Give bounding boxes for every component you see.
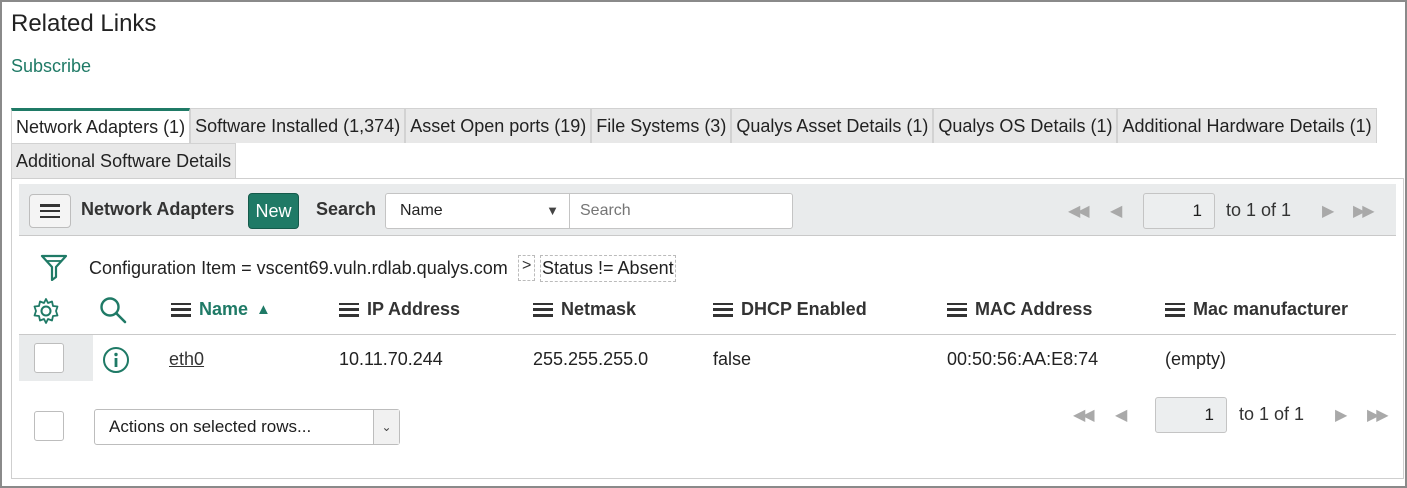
previous-page-icon[interactable]: ◀: [1115, 405, 1127, 425]
page-number-input[interactable]: 1: [1155, 397, 1227, 433]
tab-asset-open-ports[interactable]: Asset Open ports (19): [405, 108, 592, 143]
next-page-icon[interactable]: ▶: [1322, 201, 1334, 221]
tab-additional-software-details[interactable]: Additional Software Details: [11, 143, 237, 178]
list-toolbar: Network Adapters New Search Name ▼ ◀◀ ◀ …: [19, 184, 1396, 236]
tab-additional-hardware-details[interactable]: Additional Hardware Details (1): [1117, 108, 1377, 143]
chevron-down-icon: ⌄: [373, 410, 399, 444]
column-header-dhcp-enabled[interactable]: DHCP Enabled: [713, 299, 867, 320]
column-header-name[interactable]: Name ▲: [171, 299, 271, 320]
column-label-name: Name: [199, 299, 249, 319]
search-icon[interactable]: [98, 295, 128, 325]
list-title: Network Adapters: [81, 199, 235, 219]
row-checkbox[interactable]: [34, 343, 64, 373]
select-all-checkbox[interactable]: [34, 411, 64, 441]
actions-select[interactable]: Actions on selected rows... ⌄: [94, 409, 400, 445]
column-label-netmask: Netmask: [561, 299, 637, 319]
first-page-icon[interactable]: ◀◀: [1073, 405, 1095, 425]
actions-select-value: Actions on selected rows...: [109, 417, 312, 436]
column-header-mac-address[interactable]: MAC Address: [947, 299, 1092, 320]
cell-name-link[interactable]: eth0: [169, 349, 204, 370]
column-label-ip-address: IP Address: [367, 299, 461, 319]
new-button[interactable]: New: [248, 193, 299, 229]
search-field-select[interactable]: Name ▼: [385, 193, 570, 229]
filter-icon[interactable]: [40, 253, 68, 281]
column-menu-icon[interactable]: [533, 302, 553, 317]
first-page-icon[interactable]: ◀◀: [1068, 201, 1090, 221]
breadcrumb-status[interactable]: Status != Absent: [540, 255, 676, 282]
previous-page-icon[interactable]: ◀: [1110, 201, 1122, 221]
breadcrumb-separator: >: [518, 255, 536, 281]
network-adapters-panel: Network Adapters New Search Name ▼ ◀◀ ◀ …: [11, 178, 1404, 479]
column-header-mac-manufacturer[interactable]: Mac manufacturer: [1165, 299, 1348, 320]
related-list-tabs: Network Adapters (1) Software Installed …: [11, 108, 1377, 178]
cell-dhcp-enabled: false: [713, 349, 752, 369]
info-icon[interactable]: [102, 346, 130, 374]
page-number-input[interactable]: 1: [1143, 193, 1215, 229]
page-range-text: to 1 of 1: [1226, 200, 1292, 220]
search-label: Search: [316, 199, 377, 219]
search-field-value: Name: [400, 202, 443, 219]
breadcrumb-configuration-item[interactable]: Configuration Item = vscent69.vuln.rdlab…: [89, 258, 508, 279]
related-links-frame: Related Links Subscribe Network Adapters…: [0, 0, 1407, 488]
search-input[interactable]: [569, 193, 793, 229]
subscribe-link[interactable]: Subscribe: [11, 56, 91, 77]
column-menu-icon[interactable]: [339, 302, 359, 317]
last-page-icon[interactable]: ▶▶: [1367, 405, 1389, 425]
caret-down-icon: ▼: [546, 203, 559, 218]
cell-mac-address: 00:50:56:AA:E8:74: [947, 349, 1099, 369]
section-title: Related Links: [11, 10, 157, 37]
tab-qualys-asset-details[interactable]: Qualys Asset Details (1): [731, 108, 934, 143]
column-menu-icon[interactable]: [947, 302, 967, 317]
column-menu-icon[interactable]: [713, 302, 733, 317]
column-menu-icon[interactable]: [1165, 302, 1185, 317]
tab-software-installed[interactable]: Software Installed (1,374): [190, 108, 406, 143]
cell-mac-manufacturer: (empty): [1165, 349, 1227, 369]
next-page-icon[interactable]: ▶: [1335, 405, 1347, 425]
column-menu-icon[interactable]: [171, 302, 191, 317]
tab-network-adapters[interactable]: Network Adapters (1): [11, 108, 191, 143]
list-menu-button[interactable]: [29, 194, 71, 228]
sort-ascending-icon: ▲: [256, 301, 271, 318]
header-divider: [19, 334, 1396, 335]
column-label-mac-address: MAC Address: [975, 299, 1093, 319]
column-header-ip-address[interactable]: IP Address: [339, 299, 460, 320]
cell-netmask: 255.255.255.0: [533, 349, 649, 369]
cell-ip-address: 10.11.70.244: [339, 349, 443, 369]
column-label-mac-manufacturer: Mac manufacturer: [1193, 299, 1349, 319]
column-label-dhcp-enabled: DHCP Enabled: [741, 299, 867, 319]
page-range-text: to 1 of 1: [1239, 404, 1305, 424]
gear-icon[interactable]: [32, 297, 60, 325]
tab-file-systems[interactable]: File Systems (3): [591, 108, 732, 143]
column-header-netmask[interactable]: Netmask: [533, 299, 636, 320]
hamburger-icon: [40, 204, 60, 218]
tab-qualys-os-details[interactable]: Qualys OS Details (1): [933, 108, 1118, 143]
last-page-icon[interactable]: ▶▶: [1353, 201, 1375, 221]
